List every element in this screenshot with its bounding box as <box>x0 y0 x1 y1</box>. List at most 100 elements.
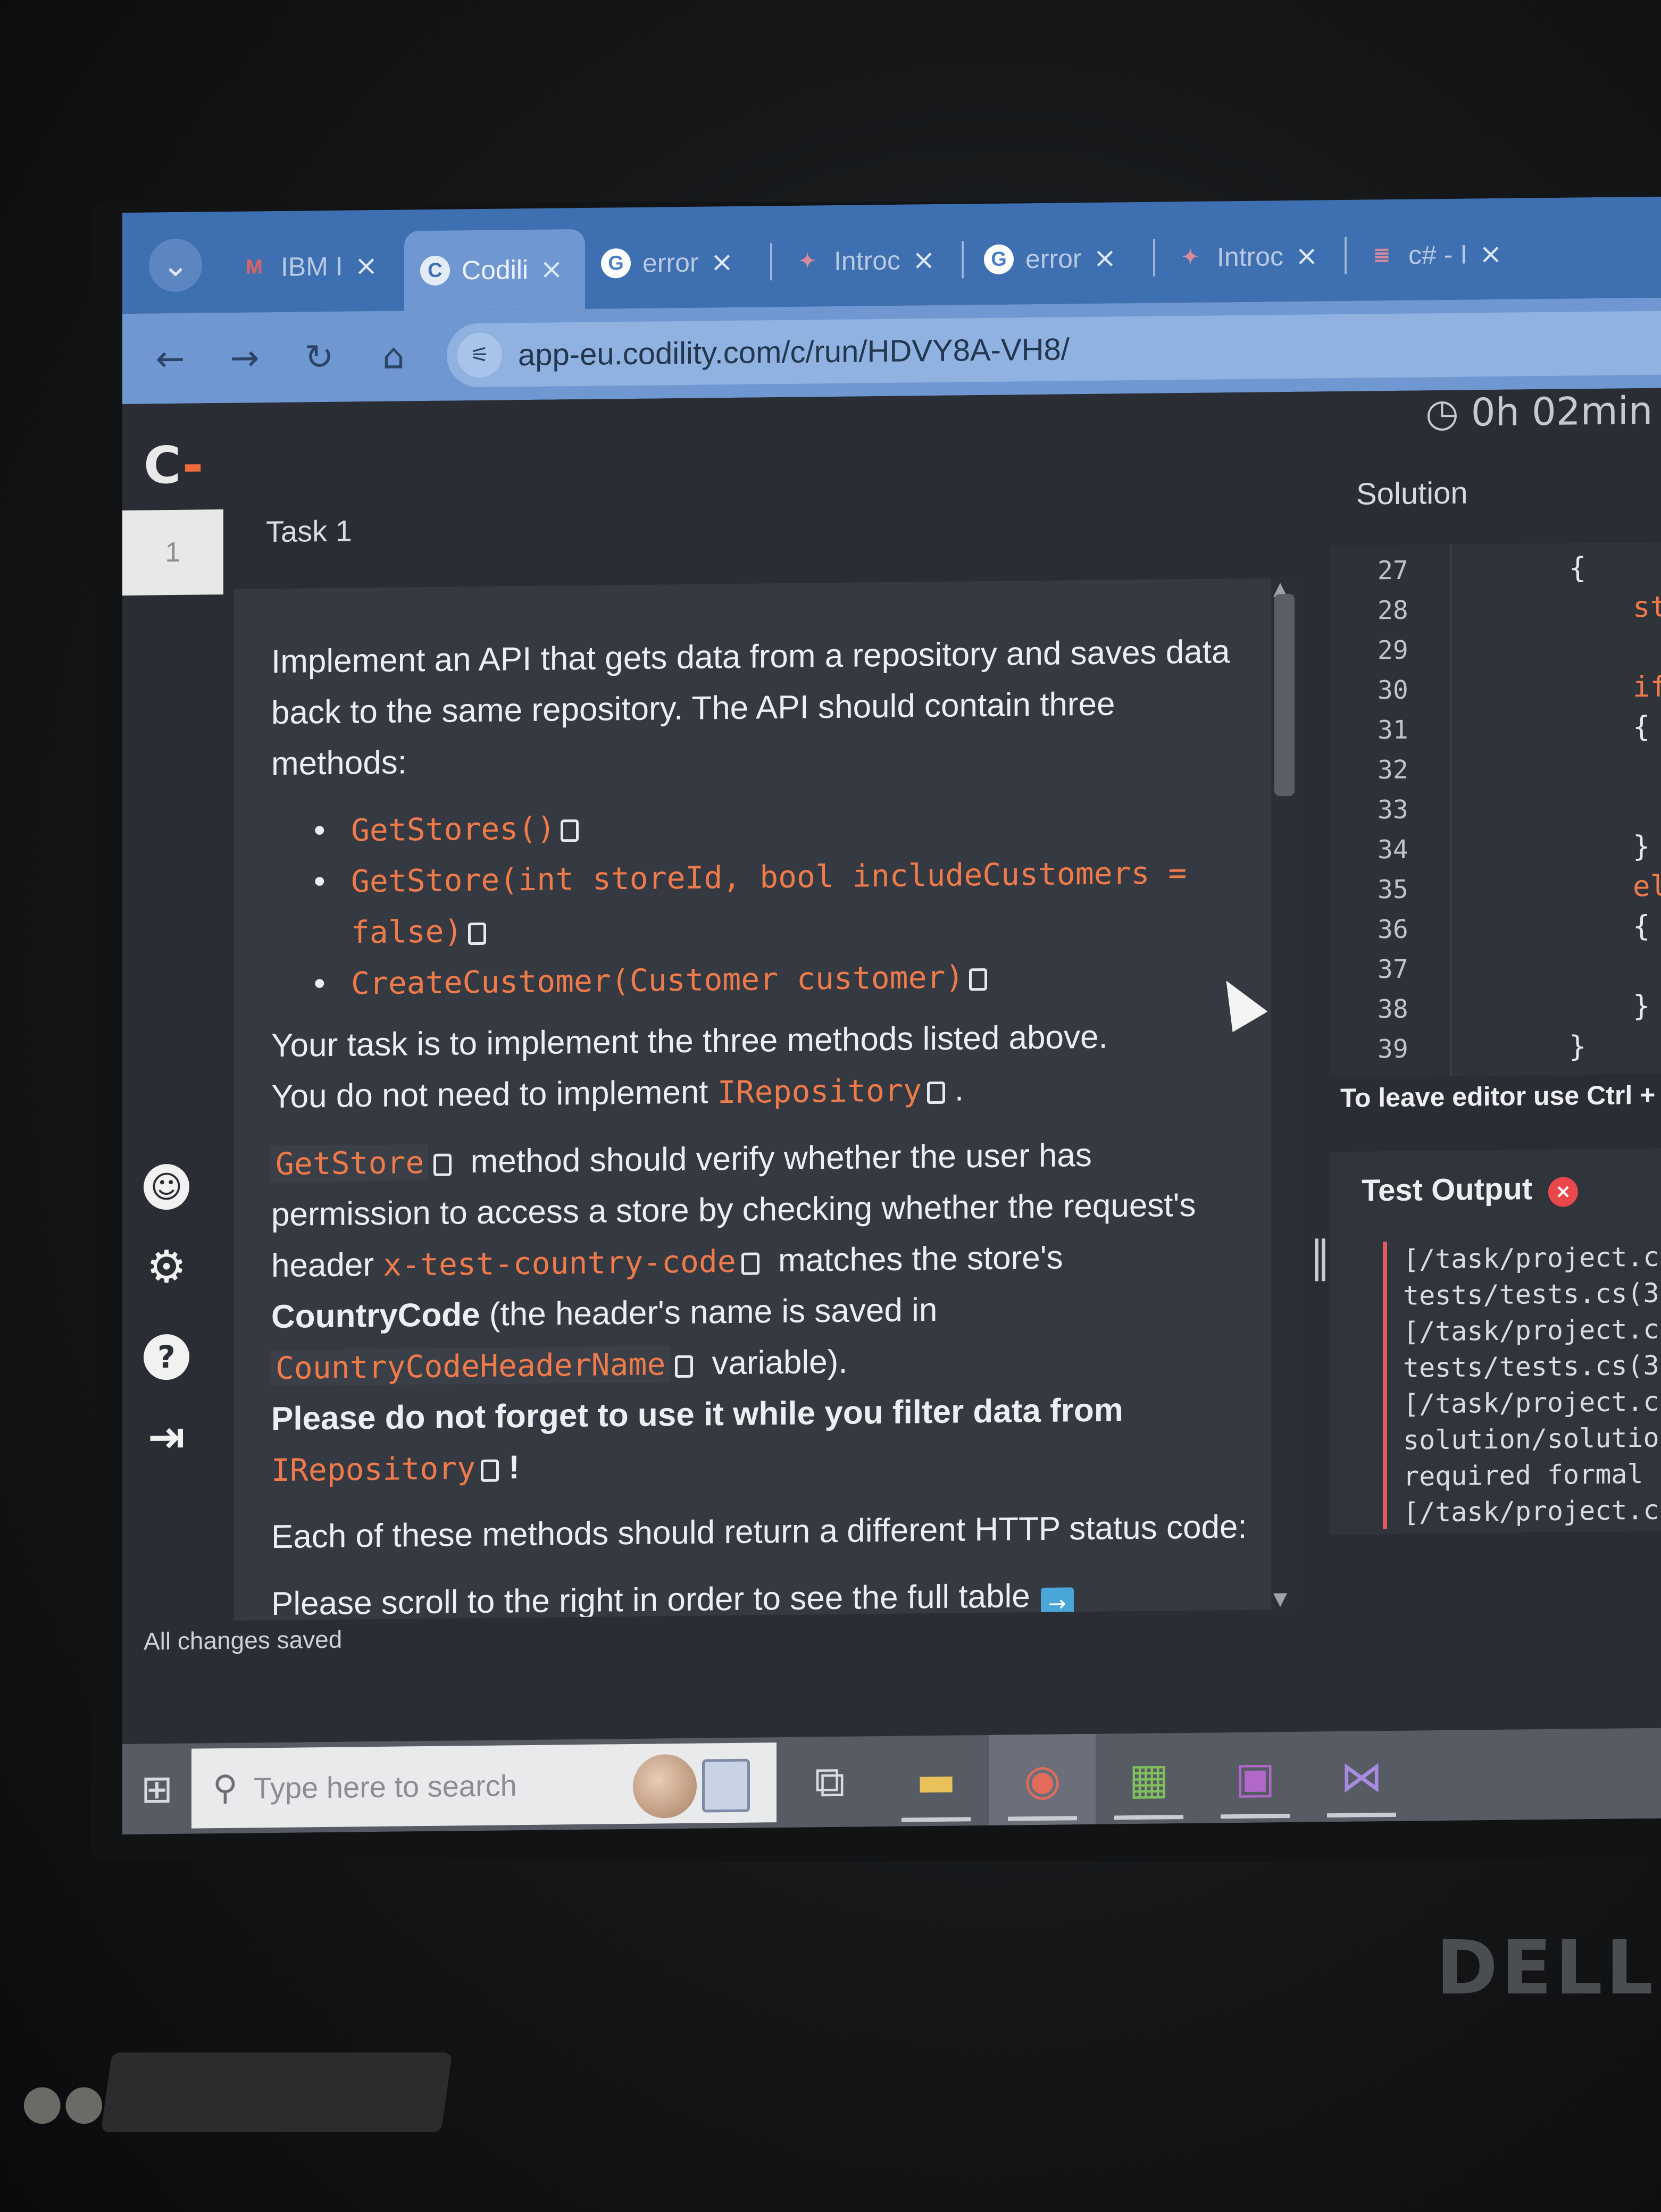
test-output-log[interactable]: [/task/project.cs tests/tests.cs(37 [/ta… <box>1383 1238 1661 1529</box>
back-arrow-icon[interactable]: ← <box>149 338 191 379</box>
line-number: 37 <box>1378 954 1408 985</box>
copy-icon[interactable] <box>675 1355 694 1378</box>
close-tab-icon[interactable]: × <box>1479 238 1503 270</box>
clock-icon: ◷ <box>1425 390 1459 435</box>
solution-label: Solution <box>1356 475 1468 512</box>
search-icon: ⚲ <box>213 1768 238 1808</box>
tab-gmail[interactable]: M IBM I × <box>223 231 404 302</box>
test-output-title: Test Output × <box>1362 1170 1579 1209</box>
stackoverflow-icon: ≣ <box>1373 244 1390 267</box>
taskbar-search-box[interactable]: ⚲ <box>191 1742 777 1829</box>
tab-codility[interactable]: C Codili × <box>404 229 585 311</box>
tab-separator <box>962 241 964 279</box>
close-tab-icon[interactable]: × <box>1094 242 1117 274</box>
tab-label: error <box>1025 244 1082 274</box>
log-line: [/task/project.cs <box>1403 1241 1661 1275</box>
code-editor[interactable]: 27 28 29 30 31 32 33 34 35 36 37 38 39 {… <box>1330 542 1661 1078</box>
task-paragraph-3: GetStore method should verify whether th… <box>271 1136 1196 1489</box>
line-number: 30 <box>1378 675 1408 706</box>
copy-icon[interactable] <box>927 1081 945 1104</box>
copy-icon[interactable] <box>433 1153 452 1176</box>
tab-separator <box>770 243 772 281</box>
taskbar-search-input[interactable] <box>253 1766 615 1805</box>
task-paragraph-4: Each of these methods should return a di… <box>271 1508 1247 1556</box>
save-status: All changes saved <box>144 1625 343 1655</box>
code-line: if <box>1633 669 1661 704</box>
code-line: st <box>1633 590 1661 624</box>
code-line: } <box>1633 829 1650 864</box>
list-item: GetStore(int storeId, bool includeCustom… <box>314 847 1255 959</box>
scrollbar-thumb[interactable] <box>1274 593 1295 797</box>
tab-intro[interactable]: ✦ Introc × <box>777 225 957 297</box>
task-intro: Implement an API that gets data from a r… <box>271 633 1230 783</box>
tab-stackoverflow[interactable]: ≣ c# - I × <box>1351 219 1532 290</box>
list-item: GetStores() <box>314 795 1255 857</box>
panel-splitter-handle[interactable]: ‖ <box>1309 1231 1331 1281</box>
google-icon: G <box>601 248 631 279</box>
visual-studio-icon[interactable]: ⋈ <box>1308 1731 1415 1822</box>
browser-toolbar: ← → ↻ ⌂ ⚟ app-eu.codility.com/c/run/HDVY… <box>122 297 1661 404</box>
close-tab-icon[interactable]: × <box>540 253 563 285</box>
task-selector-1[interactable]: 1 <box>122 509 223 596</box>
log-line: tests/tests.cs(37 <box>1403 1277 1661 1311</box>
code-line: { <box>1569 551 1587 585</box>
task-scrollbar[interactable]: ▲ ▼ <box>1271 577 1298 1610</box>
laptop-led-icon: ●● <box>21 2074 105 2130</box>
log-line: required formal p <box>1403 1458 1661 1492</box>
tab-separator <box>1153 239 1155 276</box>
google-icon: G <box>984 244 1014 275</box>
error-status-icon: × <box>1548 1177 1579 1207</box>
address-bar[interactable]: ⚟ app-eu.codility.com/c/run/HDVY8A-VH8/ <box>447 311 1661 388</box>
line-number: 35 <box>1378 874 1408 905</box>
tab-label: Codili <box>462 255 529 286</box>
task-paragraph-2: Your task is to implement the three meth… <box>271 1018 1108 1116</box>
scroll-right-icon: → <box>1040 1587 1074 1621</box>
file-explorer-icon[interactable]: ▬ <box>883 1735 989 1826</box>
log-line: [/task/project.cs <box>1403 1313 1661 1347</box>
dell-logo: DELL <box>1436 1925 1657 2012</box>
copy-icon[interactable] <box>969 968 988 991</box>
task-paragraph-5: Please scroll to the right in order to s… <box>271 1569 1255 1621</box>
search-highlight-image <box>633 1754 755 1819</box>
help-icon[interactable]: ? <box>144 1334 189 1380</box>
task-view-icon[interactable]: ⧉ <box>777 1736 883 1828</box>
onenote-icon[interactable]: ▣ <box>1202 1732 1308 1823</box>
close-tab-icon[interactable]: × <box>912 244 936 276</box>
accessibility-icon[interactable]: ☺ <box>144 1163 189 1210</box>
list-item: CreateCustomer(Customer customer) <box>314 949 1255 1010</box>
home-icon[interactable]: ⌂ <box>372 336 415 377</box>
chart-app-icon[interactable]: ▦ <box>1096 1733 1202 1824</box>
exit-icon[interactable]: ⇥ <box>144 1411 189 1463</box>
tab-intro-2[interactable]: ✦ Introc × <box>1159 221 1340 292</box>
close-tab-icon[interactable]: × <box>711 246 734 278</box>
url-text[interactable]: app-eu.codility.com/c/run/HDVY8A-VH8/ <box>518 331 1070 373</box>
browser-tabstrip: ⌄ M IBM I × C Codili × G error × ✦ Intro… <box>122 196 1661 314</box>
tab-label: Introc <box>834 245 901 276</box>
copy-icon[interactable] <box>468 922 486 945</box>
line-number: 27 <box>1378 555 1408 586</box>
left-rail: C- 1 ☺ ⚙ ? ⇥ <box>122 403 223 1616</box>
tab-google-error[interactable]: G error × <box>585 227 766 298</box>
close-tab-icon[interactable]: × <box>1295 240 1318 272</box>
code-line: { <box>1633 909 1650 943</box>
chrome-icon[interactable]: ◉ <box>989 1733 1096 1825</box>
site-settings-icon[interactable]: ⚟ <box>457 332 502 378</box>
reload-icon[interactable]: ↻ <box>298 336 340 378</box>
tab-google-error-2[interactable]: G error × <box>968 223 1149 295</box>
copy-icon[interactable] <box>561 819 579 842</box>
tab-label: IBM I <box>281 251 343 282</box>
windows-start-icon[interactable]: ⊞ <box>122 1744 191 1834</box>
settings-gear-icon[interactable]: ⚙ <box>144 1241 189 1293</box>
scroll-down-icon[interactable]: ▼ <box>1273 1588 1287 1610</box>
tab-search-button[interactable]: ⌄ <box>149 238 202 292</box>
windows-taskbar: ⊞ ⚲ ⧉ ▬ ◉ ▦ ▣ ⋈ <box>122 1728 1661 1834</box>
copy-icon[interactable] <box>741 1252 759 1275</box>
line-number: 32 <box>1378 755 1408 785</box>
forward-arrow-icon[interactable]: → <box>223 337 266 379</box>
close-tab-icon[interactable]: × <box>355 250 378 282</box>
log-line: [/task/project.cs <box>1403 1386 1661 1420</box>
line-number: 34 <box>1378 834 1408 865</box>
copy-icon[interactable] <box>481 1459 499 1482</box>
log-line: solution/solution <box>1403 1422 1661 1456</box>
tab-label: Introc <box>1217 241 1284 272</box>
